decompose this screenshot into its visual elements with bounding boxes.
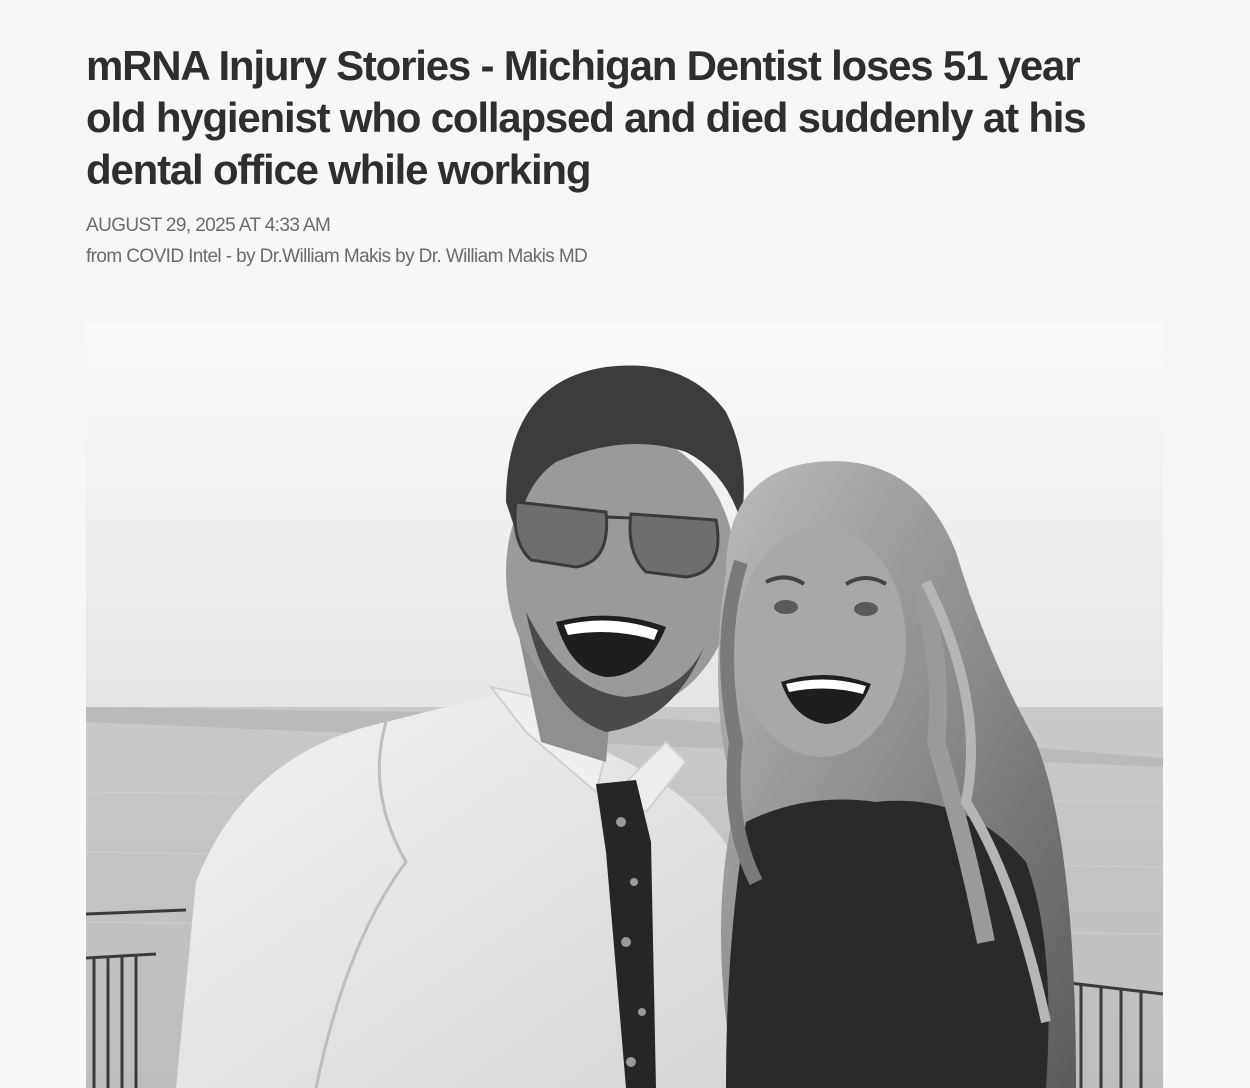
article-title: mRNA Injury Stories - Michigan Dentist l… bbox=[86, 42, 1087, 193]
article-byline[interactable]: from COVID Intel - by Dr.William Makis b… bbox=[86, 241, 1164, 272]
photo-illustration bbox=[86, 322, 1163, 1088]
woman-top bbox=[726, 799, 1049, 1088]
article-header: mRNA Injury Stories - Michigan Dentist l… bbox=[86, 40, 1164, 272]
article-meta: AUGUST 29, 2025 AT 4:33 AM from COVID In… bbox=[86, 210, 1164, 272]
article-photo bbox=[86, 322, 1163, 1088]
publish-date: AUGUST 29, 2025 AT 4:33 AM bbox=[86, 215, 331, 236]
